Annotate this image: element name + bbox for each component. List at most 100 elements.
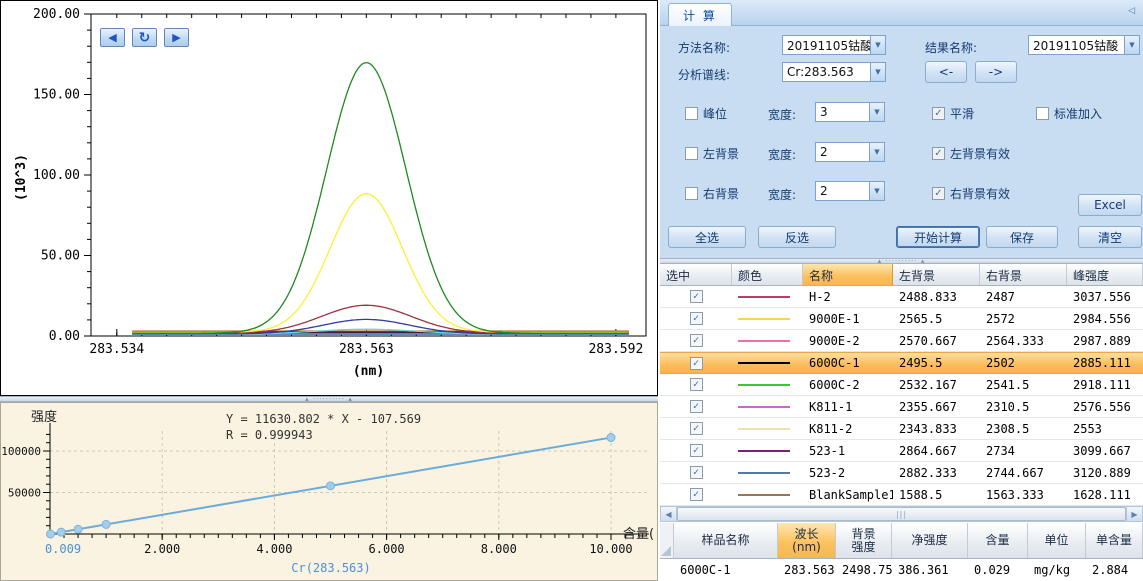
row-checkbox[interactable]: ✓ bbox=[690, 378, 703, 391]
chart-prev-button[interactable]: ◀ bbox=[100, 28, 125, 47]
table-row[interactable]: ✓9000E-12565.525722984.556 bbox=[660, 308, 1143, 330]
calibration-point[interactable] bbox=[607, 434, 615, 442]
column-header[interactable]: 左背景 bbox=[893, 264, 980, 285]
chevron-down-icon[interactable]: ▼ bbox=[869, 143, 884, 161]
save-button[interactable]: 保存 bbox=[986, 226, 1058, 248]
chevron-down-icon[interactable]: ▼ bbox=[869, 103, 884, 121]
column-header[interactable]: 净强度 bbox=[892, 523, 968, 558]
column-header[interactable]: 单含量 bbox=[1086, 523, 1143, 558]
checkbox-box[interactable]: ✓ bbox=[932, 107, 945, 120]
width-dropdown-2[interactable]: 2 ▼ bbox=[815, 142, 885, 162]
right-background-checkbox[interactable]: 右背景 bbox=[685, 185, 739, 202]
width-dropdown-1[interactable]: 3 ▼ bbox=[815, 102, 885, 122]
table-row[interactable]: ✓6000C-22532.1672541.52918.111 bbox=[660, 374, 1143, 396]
table-row[interactable]: ✓9000E-22570.6672564.3332987.889 bbox=[660, 330, 1143, 352]
invert-selection-button[interactable]: 反选 bbox=[758, 226, 836, 248]
svg-text:0.00: 0.00 bbox=[49, 329, 80, 344]
column-header[interactable]: 名称 bbox=[803, 264, 893, 285]
checkbox-box[interactable]: ✓ bbox=[932, 147, 945, 160]
table-cell: 3120.889 bbox=[1067, 466, 1143, 480]
scroll-right-icon[interactable]: ▶ bbox=[1126, 507, 1142, 521]
row-checkbox[interactable]: ✓ bbox=[690, 422, 703, 435]
chart-next-button[interactable]: ▶ bbox=[164, 28, 189, 47]
table-row[interactable]: ✓523-12864.66727343099.667 bbox=[660, 440, 1143, 462]
width-dropdown-3[interactable]: 2 ▼ bbox=[815, 181, 885, 201]
table-row[interactable]: ✓K811-12355.6672310.52576.556 bbox=[660, 396, 1143, 418]
row-checkbox[interactable]: ✓ bbox=[690, 444, 703, 457]
chevron-down-icon[interactable]: ▼ bbox=[870, 36, 885, 54]
table-cell: 2495.5 bbox=[893, 356, 980, 370]
right-background-valid-checkbox[interactable]: ✓右背景有效 bbox=[932, 185, 1010, 202]
calibration-point[interactable] bbox=[327, 482, 335, 490]
chart-refresh-button[interactable]: ↻ bbox=[132, 28, 157, 47]
table-row[interactable]: ✓6000C-12495.525022885.111 bbox=[660, 352, 1143, 374]
start-calculation-button[interactable]: 开始计算 bbox=[896, 226, 980, 248]
left-background-valid-checkbox[interactable]: ✓左背景有效 bbox=[932, 145, 1010, 162]
row-checkbox[interactable]: ✓ bbox=[690, 334, 703, 347]
calibration-point[interactable] bbox=[57, 528, 65, 536]
clear-button[interactable]: 清空 bbox=[1078, 226, 1142, 248]
row-checkbox[interactable]: ✓ bbox=[690, 488, 703, 501]
table-row[interactable]: ✓H-22488.83324873037.556 bbox=[660, 286, 1143, 308]
table-cell: 1628.111 bbox=[1067, 488, 1143, 502]
column-header[interactable]: 背景 强度 bbox=[836, 523, 892, 558]
table-cell: 2984.556 bbox=[1067, 312, 1143, 326]
tab-calculation[interactable]: 计 算 bbox=[668, 3, 732, 26]
checkbox-box[interactable] bbox=[685, 187, 698, 200]
standard-addition-checkbox[interactable]: 标准加入 bbox=[1036, 105, 1102, 122]
left-background-checkbox[interactable]: 左背景 bbox=[685, 145, 739, 162]
table-cell: 2310.5 bbox=[980, 400, 1067, 414]
table-cell: 2487 bbox=[980, 290, 1067, 304]
checkbox-box[interactable] bbox=[685, 147, 698, 160]
chevron-down-icon[interactable]: ▼ bbox=[870, 63, 885, 81]
method-name-dropdown[interactable]: 20191105钴酸 ▼ bbox=[782, 35, 886, 55]
table-cell: 2734 bbox=[980, 444, 1067, 458]
table-row[interactable]: 6000C-1283.5632498.75386.3610.029mg/kg2.… bbox=[660, 559, 1143, 581]
peak-position-checkbox[interactable]: 峰位 bbox=[685, 105, 727, 122]
table-corner-cell[interactable] bbox=[660, 523, 674, 558]
table-cell: 0.029 bbox=[968, 563, 1028, 577]
table-row[interactable]: ✓K811-22343.8332308.52553 bbox=[660, 418, 1143, 440]
column-header[interactable]: 含量 bbox=[968, 523, 1028, 558]
row-checkbox[interactable]: ✓ bbox=[690, 357, 703, 370]
prev-result-button[interactable]: <- bbox=[925, 61, 967, 83]
table-row[interactable]: ✓523-22882.3332744.6673120.889 bbox=[660, 462, 1143, 484]
calibration-point[interactable] bbox=[102, 520, 110, 528]
chevron-down-icon[interactable]: ▼ bbox=[1124, 36, 1139, 54]
column-header[interactable]: 峰强度 bbox=[1067, 264, 1143, 285]
excel-button[interactable]: Excel bbox=[1078, 194, 1142, 216]
svg-text:200.00: 200.00 bbox=[33, 7, 80, 22]
results-table: 选中颜色名称左背景右背景峰强度 ✓H-22488.83324873037.556… bbox=[660, 264, 1143, 522]
column-header[interactable]: 样品名称 bbox=[674, 523, 778, 558]
column-header[interactable]: 颜色 bbox=[732, 264, 803, 285]
column-header[interactable]: 右背景 bbox=[980, 264, 1067, 285]
series-color-swatch bbox=[738, 406, 790, 408]
column-header[interactable]: 选中 bbox=[660, 264, 732, 285]
row-checkbox[interactable]: ✓ bbox=[690, 312, 703, 325]
scrollbar-thumb[interactable]: ||| bbox=[677, 507, 1126, 521]
sample-result-table: 样品名称波长 (nm)背景 强度净强度含量单位单含量 6000C-1283.56… bbox=[660, 523, 1143, 581]
scroll-left-icon[interactable]: ◀ bbox=[661, 507, 677, 521]
checkbox-box[interactable]: ✓ bbox=[932, 187, 945, 200]
column-header[interactable]: 波长 (nm) bbox=[778, 523, 836, 558]
results-table-hscrollbar[interactable]: ◀ ||| ▶ bbox=[660, 506, 1143, 522]
checkbox-box[interactable] bbox=[685, 107, 698, 120]
row-checkbox[interactable]: ✓ bbox=[690, 400, 703, 413]
collapse-panel-icon[interactable]: ◁ bbox=[1128, 6, 1135, 16]
calibration-point[interactable] bbox=[74, 525, 82, 533]
column-header[interactable]: 单位 bbox=[1028, 523, 1086, 558]
checkbox-box[interactable] bbox=[1036, 107, 1049, 120]
select-all-button[interactable]: 全选 bbox=[668, 226, 746, 248]
smooth-checkbox[interactable]: ✓平滑 bbox=[932, 105, 974, 122]
chevron-down-icon[interactable]: ▼ bbox=[869, 182, 884, 200]
row-checkbox[interactable]: ✓ bbox=[690, 466, 703, 479]
table-row[interactable]: ✓BlankSample11588.51563.3331628.111 bbox=[660, 484, 1143, 506]
calibration-point[interactable] bbox=[47, 530, 55, 538]
svg-text:283.534: 283.534 bbox=[89, 342, 144, 357]
analysis-line-dropdown[interactable]: Cr:283.563 ▼ bbox=[782, 62, 886, 82]
next-result-button[interactable]: -> bbox=[975, 61, 1017, 83]
results-table-header: 选中颜色名称左背景右背景峰强度 bbox=[660, 264, 1143, 286]
row-checkbox[interactable]: ✓ bbox=[690, 290, 703, 303]
result-name-dropdown[interactable]: 20191105钴酸 ▼ bbox=[1028, 35, 1140, 55]
svg-text:8.000: 8.000 bbox=[481, 542, 517, 556]
